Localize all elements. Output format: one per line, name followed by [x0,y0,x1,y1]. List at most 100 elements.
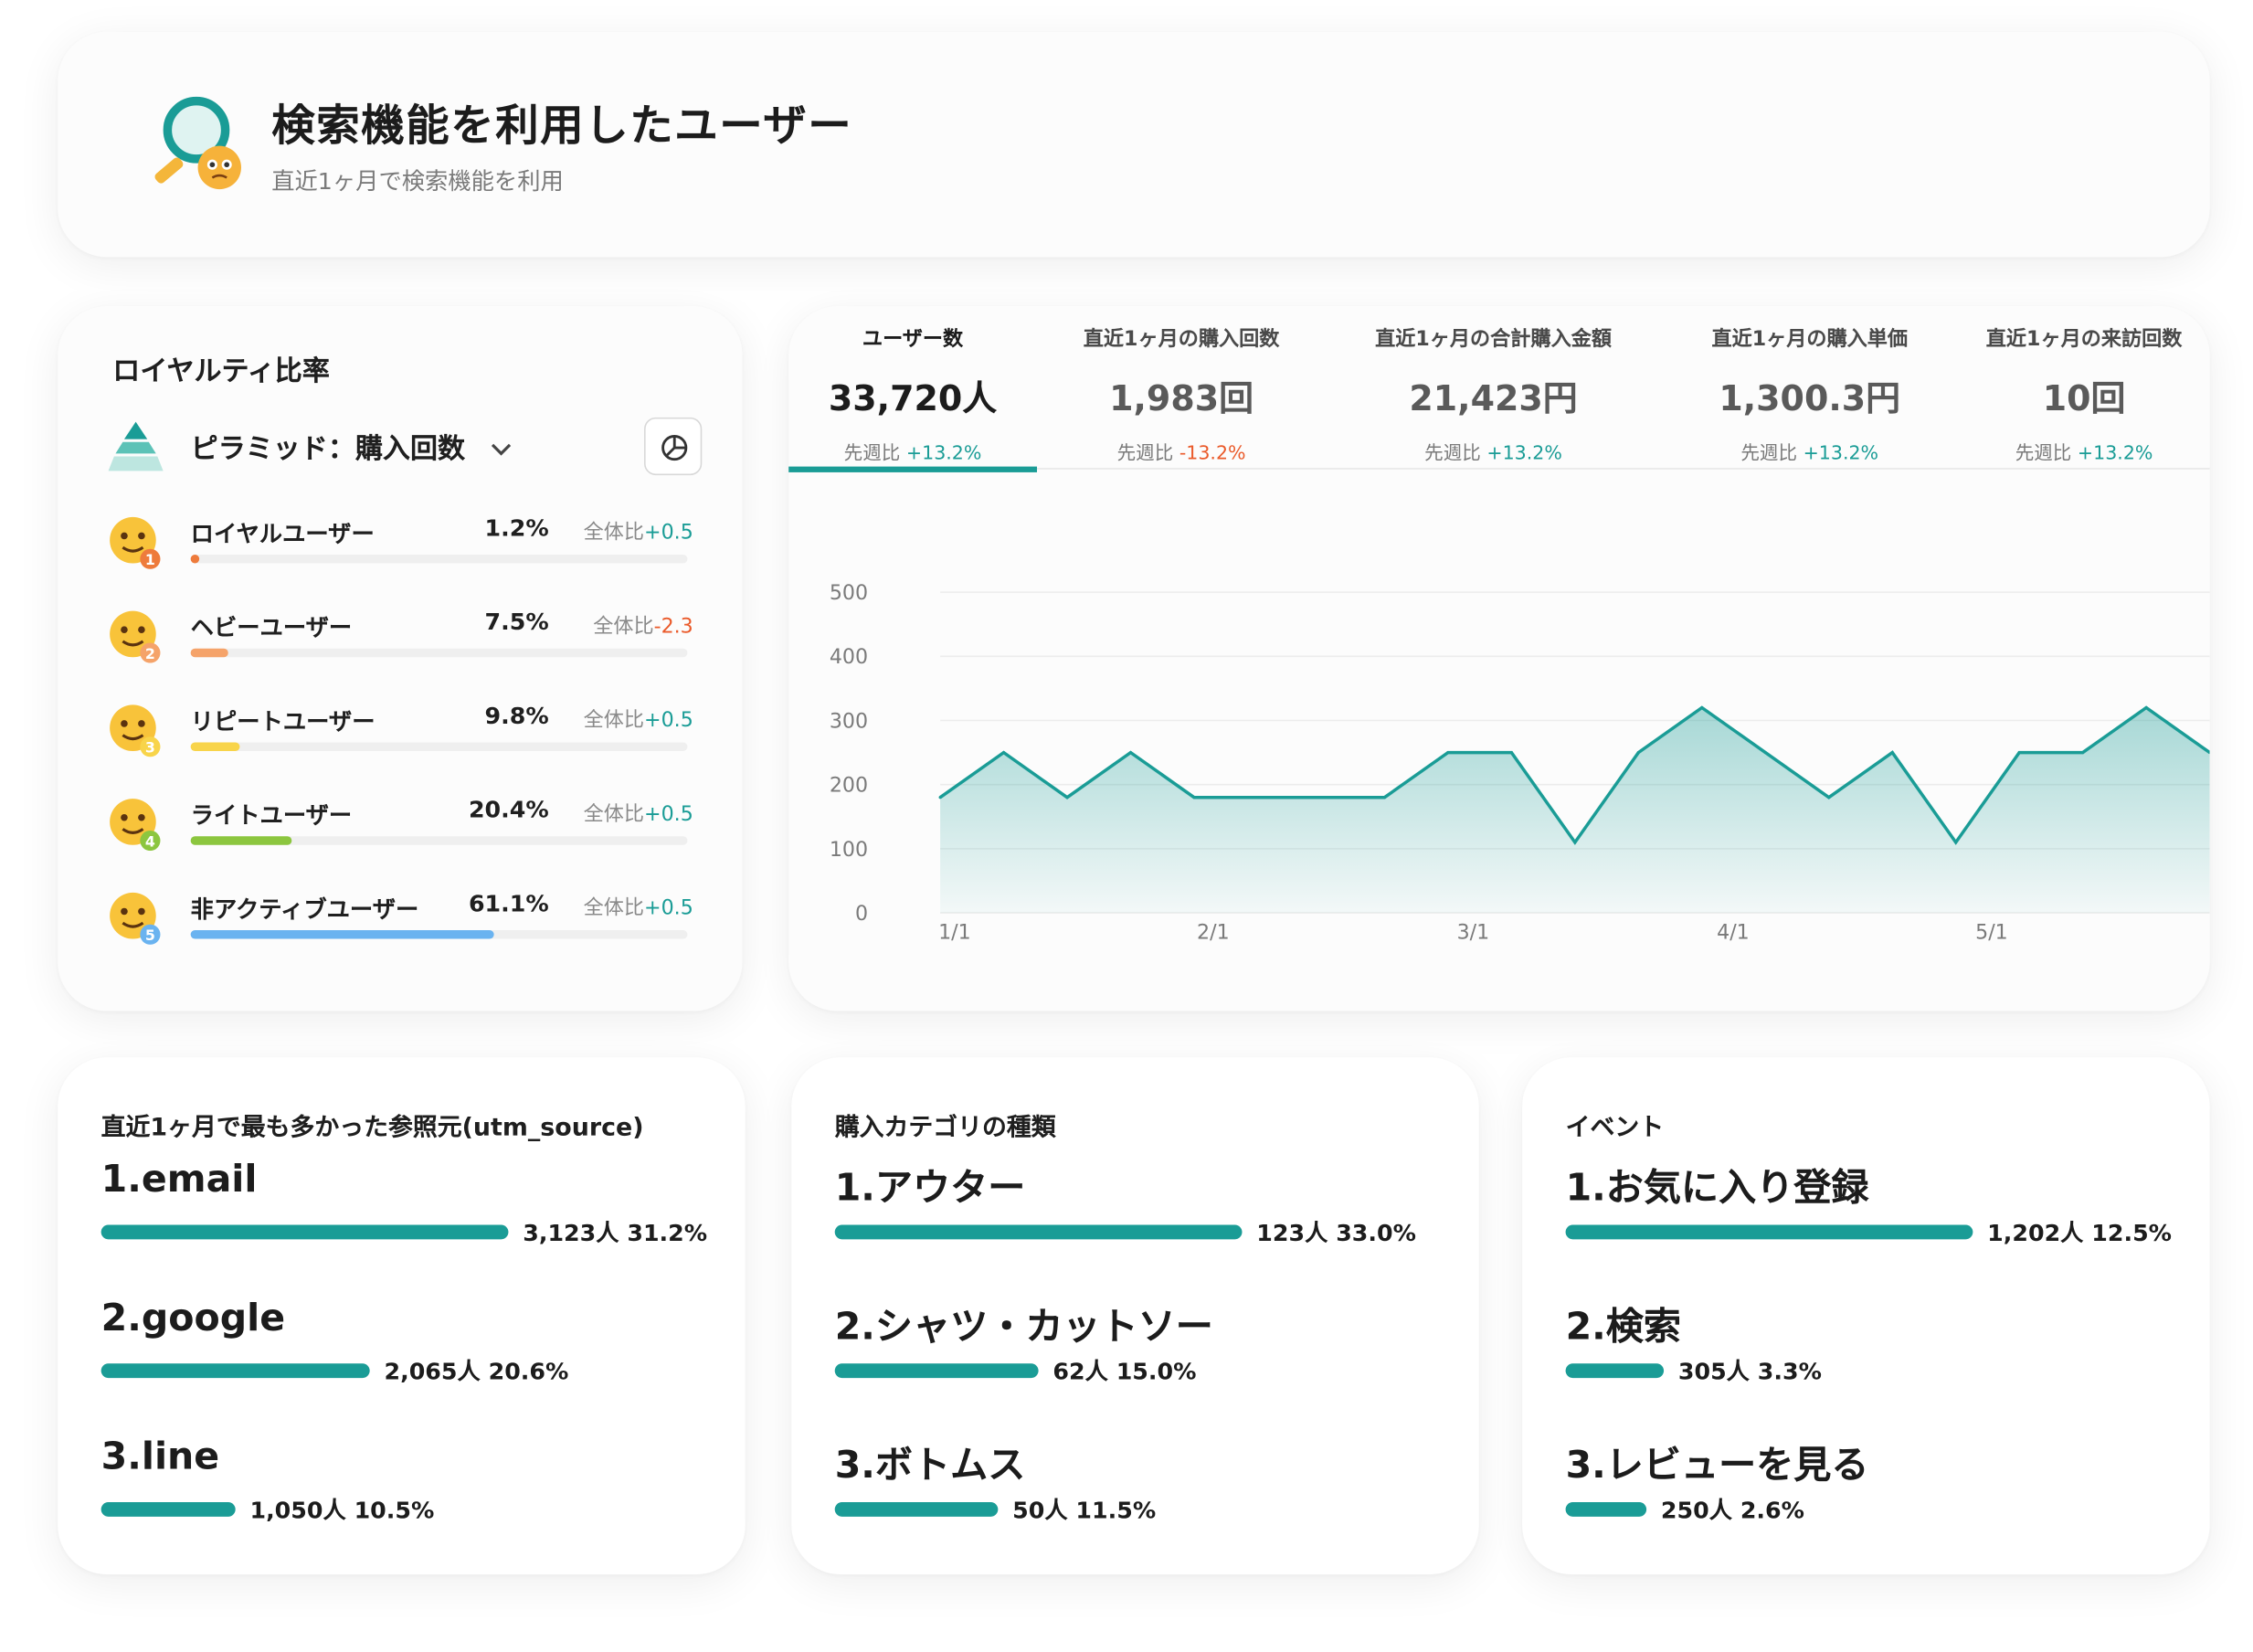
metrics-chart-card: ユーザー数 33,720人 先週比 +13.2% 直近1ヶ月の購入回数 1,98… [788,306,2210,1011]
delta-prefix: 先週比 [1740,443,1798,466]
header-card: 検索機能を利用したユーザー 直近1ヶ月で検索機能を利用 [58,31,2210,258]
metric-value: 33,720人 [828,378,998,419]
data-point [1573,841,1577,844]
ranking-item-name: 1.お気に入り登録 [1565,1167,1869,1211]
metric-delta: 先週比 +13.2% [788,438,1037,465]
metric-tab[interactable]: 直近1ヶ月の来訪回数 10回 先週比 +13.2% [1959,306,2210,471]
ranking-bar [1565,1363,1665,1379]
data-point [2017,751,2021,755]
delta-prefix: 先週比 [2015,443,2072,466]
data-point [1827,796,1831,800]
data-point [1954,841,1958,844]
delta-prefix: 全体比 [583,521,645,545]
ranking-item-value: 123人 33.0% [1256,1219,1416,1247]
loyalty-progress-track [190,555,688,564]
x-tick-label: 4/1 [1717,921,1750,945]
metric-tab[interactable]: 直近1ヶ月の購入回数 1,983回 先週比 -13.2% [1037,306,1326,471]
data-point [1065,796,1069,800]
x-tick-label: 3/1 [1457,921,1490,945]
ranking-item: 2.google 2,065人 20.6% [100,1297,737,1399]
page-title: 検索機能を利用したユーザー [271,101,853,152]
loyalty-segment-percent: 9.8% [484,702,549,730]
ranking-title: 直近1ヶ月で最も多かった参照元(utm_source) [100,1113,644,1143]
loyalty-row: 4 ライトユーザー 20.4% 全体比+0.5 [107,793,699,865]
chevron-down-icon[interactable] [488,436,513,461]
loyalty-progress-fill [190,836,292,845]
delta-prefix: 先週比 [1424,443,1481,466]
pie-chart-icon [661,434,688,461]
loyalty-progress-track [190,930,688,939]
delta-value: +0.5 [644,896,693,920]
svg-text:3: 3 [145,739,155,757]
delta-prefix: 全体比 [593,615,654,639]
metric-tab[interactable]: ユーザー数 33,720人 先週比 +13.2% [788,306,1037,471]
delta-value: -2.3 [653,615,693,639]
ranking-item: 3.レビューを見る 250人 2.6% [1565,1435,2202,1537]
loyalty-progress-fill [190,555,200,564]
ranking-item-name: 2.google [100,1297,286,1340]
loyalty-progress-track [190,648,688,658]
ranking-item: 1.アウター 123人 33.0% [834,1159,1471,1260]
delta-prefix: 先週比 [1116,443,1174,466]
loyalty-progress-fill [190,742,239,752]
delta-prefix: 全体比 [583,709,645,733]
loyalty-progress-track [190,742,688,752]
ranking-item-name: 3.ボトムス [834,1444,1026,1488]
ranking-item-name: 3.line [100,1435,220,1479]
delta-value: +13.2% [905,443,982,466]
ranking-bar [1565,1502,1647,1517]
data-point [1700,705,1704,710]
loyalty-segment-delta: 全体比-2.3 [593,611,693,641]
ranking-item-value: 1,050人 10.5% [249,1496,435,1524]
data-point [1192,796,1196,800]
loyalty-segment-percent: 7.5% [484,608,549,636]
data-point [1446,751,1450,755]
metric-label: 直近1ヶ月の合計購入金額 [1375,327,1612,352]
event-ranking-card: イベント 1.お気に入り登録 1,202人 12.5% 2.検索 305人 3.… [1522,1057,2210,1575]
metric-label: 直近1ヶ月の来訪回数 [1985,327,2183,352]
loyalty-row: 1 ロイヤルユーザー 1.2% 全体比+0.5 [107,512,699,584]
data-point [1636,751,1640,755]
loyalty-segment-percent: 1.2% [484,514,549,542]
user-emoji-icon: 1 [110,516,161,569]
svg-text:1: 1 [145,551,155,568]
ranking-bar [834,1502,999,1517]
data-point [2144,705,2148,710]
loyalty-selector[interactable]: ピラミッド：購入回数 [191,428,465,467]
ranking-bar [834,1224,1243,1240]
loyalty-segment-name: ヘビーユーザー [190,613,353,641]
ranking-item-value: 3,123人 31.2% [523,1219,708,1247]
y-tick-label: 0 [855,902,868,926]
data-point [1255,796,1260,800]
ranking-item-value: 250人 2.6% [1660,1496,1804,1524]
metric-delta: 先週比 +13.2% [1661,438,1959,465]
loyalty-title: ロイヤルティ比率 [112,355,330,387]
metric-tab[interactable]: 直近1ヶ月の購入単価 1,300.3円 先週比 +13.2% [1661,306,1959,471]
ranking-item-value: 50人 11.5% [1012,1496,1157,1524]
delta-prefix: 先週比 [843,443,901,466]
ranking-item-name: 1.email [100,1158,258,1202]
ranking-title: イベント [1565,1113,1665,1143]
ranking-item: 1.email 3,123人 31.2% [100,1158,737,1260]
ranking-bar [100,1502,236,1517]
metric-value: 1,983回 [1109,378,1254,419]
loyalty-progress-fill [190,648,228,658]
metric-value: 10回 [2042,378,2126,419]
loyalty-segment-delta: 全体比+0.5 [584,893,693,922]
series-area [940,707,2210,914]
ranking-item-name: 1.アウター [834,1167,1026,1211]
data-point [2081,751,2085,755]
metric-delta: 先週比 +13.2% [1326,438,1661,465]
x-tick-label: 5/1 [1975,921,2008,945]
data-point [1509,751,1513,755]
metric-tab[interactable]: 直近1ヶ月の合計購入金額 21,423円 先週比 +13.2% [1326,306,1661,471]
data-point [1001,751,1006,755]
loyalty-progress-track [190,836,688,845]
loyalty-row: 5 非アクティブユーザー 61.1% 全体比+0.5 [107,887,699,959]
user-emoji-icon: 5 [110,892,161,945]
pie-chart-toggle-button[interactable] [644,417,703,476]
delta-value: +0.5 [644,802,693,827]
pyramid-icon [108,421,164,471]
ranking-item: 3.ボトムス 50人 11.5% [834,1435,1471,1537]
svg-text:5: 5 [145,927,155,944]
